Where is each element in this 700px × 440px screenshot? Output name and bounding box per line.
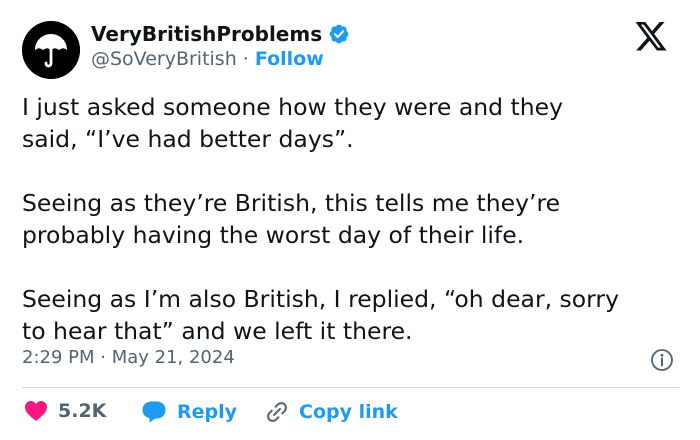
reply-label: Reply bbox=[177, 401, 238, 423]
like-button[interactable]: 5.2K bbox=[24, 400, 106, 422]
tweet-timestamp[interactable]: 2:29 PM · May 21, 2024 bbox=[22, 347, 235, 368]
tweet-line: probably having the worst day of their l… bbox=[22, 221, 525, 249]
umbrella-icon bbox=[22, 21, 80, 79]
copy-link-button[interactable]: Copy link bbox=[265, 400, 398, 424]
reply-button[interactable]: Reply bbox=[141, 400, 237, 424]
author-handle-row: @SoVeryBritish · Follow bbox=[91, 48, 324, 70]
handle-separator: · bbox=[242, 48, 249, 70]
avatar[interactable] bbox=[22, 21, 80, 79]
verified-badge-icon bbox=[328, 23, 350, 45]
copy-link-label: Copy link bbox=[299, 401, 398, 423]
tweet-line: I just asked someone how they were and t… bbox=[22, 93, 563, 121]
author-handle[interactable]: @SoVeryBritish bbox=[91, 48, 237, 70]
follow-button[interactable]: Follow bbox=[255, 48, 324, 70]
info-icon[interactable] bbox=[650, 348, 674, 372]
heart-icon bbox=[25, 401, 47, 421]
like-count: 5.2K bbox=[58, 400, 107, 422]
divider bbox=[22, 387, 679, 388]
tweet-text: I just asked someone how they were and t… bbox=[22, 91, 682, 347]
x-logo-icon[interactable] bbox=[634, 22, 668, 53]
author-display-name[interactable]: VeryBritishProblems bbox=[91, 22, 322, 46]
tweet-line: said, “I’ve had better days”. bbox=[22, 125, 354, 153]
tweet-line: Seeing as they’re British, this tells me… bbox=[22, 189, 561, 217]
tweet-line: to hear that” and we left it there. bbox=[22, 317, 413, 345]
link-icon bbox=[267, 402, 287, 422]
tweet-line: Seeing as I’m also British, I replied, “… bbox=[22, 285, 619, 313]
speech-bubble-icon bbox=[142, 401, 166, 423]
tweet-card: VeryBritishProblems @SoVeryBritish · Fol… bbox=[0, 0, 700, 440]
author-name-row: VeryBritishProblems bbox=[91, 22, 350, 46]
